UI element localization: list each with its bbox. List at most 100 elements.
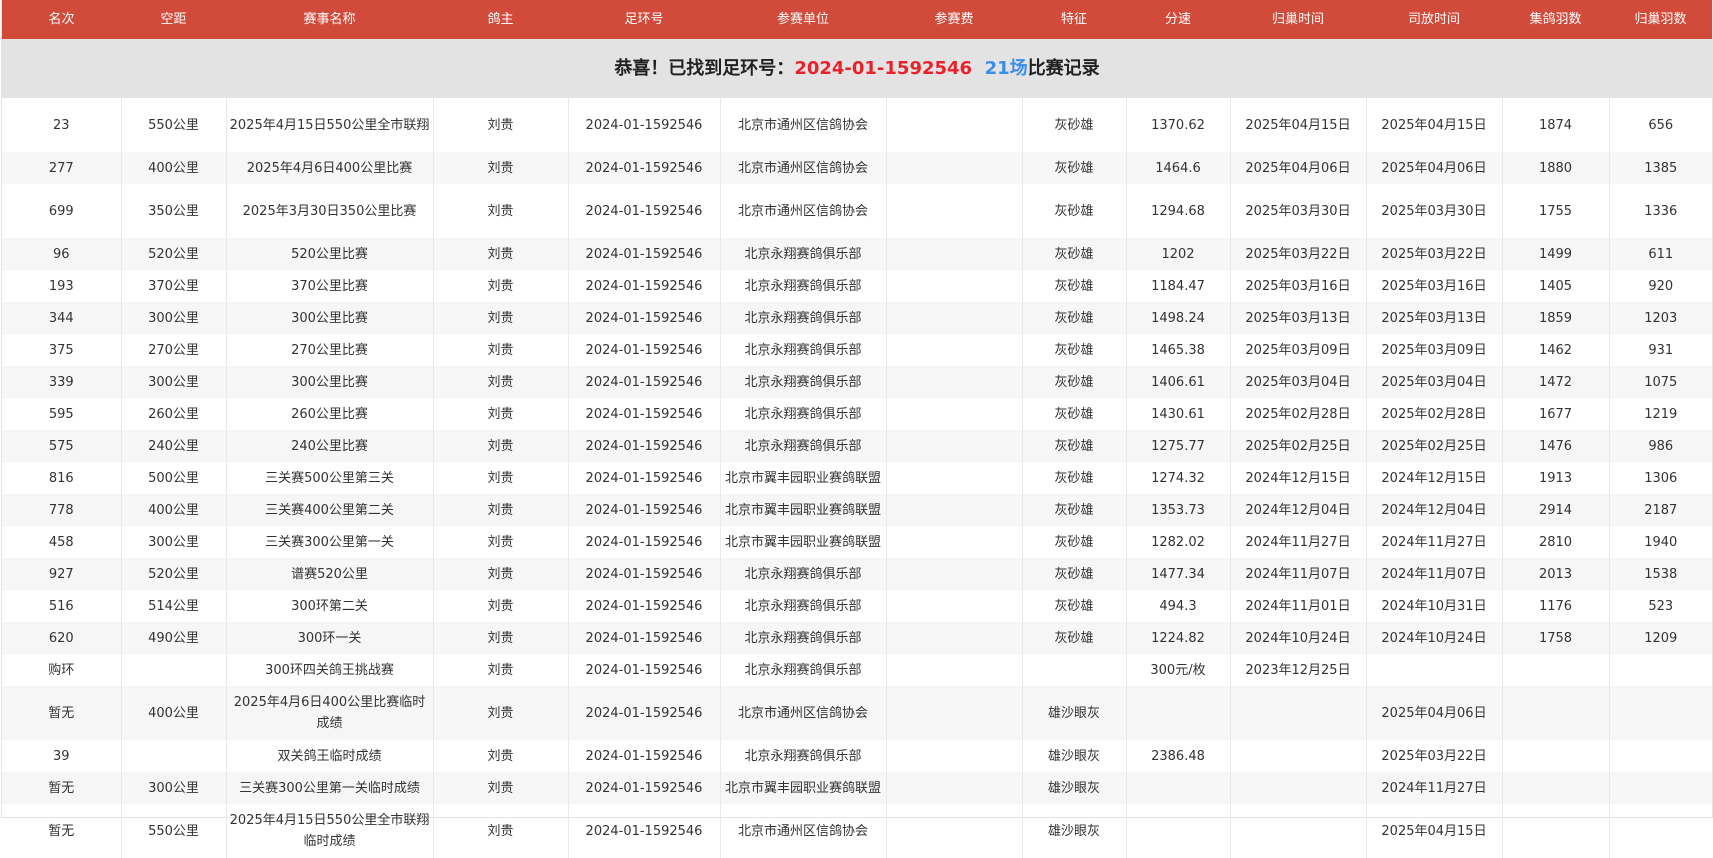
cell-speed: 1498.24 <box>1126 302 1231 334</box>
notice-suffix: 比赛记录 <box>1027 58 1100 79</box>
cell-entry-fee <box>886 526 1023 558</box>
cell-rank: 23 <box>2 98 122 152</box>
cell-returned-count <box>1609 804 1712 858</box>
cell-returned-count: 1538 <box>1609 558 1712 590</box>
cell-release-time: 2025年03月16日 <box>1366 270 1503 302</box>
cell-distance: 270公里 <box>121 334 227 366</box>
cell-entry-fee <box>886 740 1023 772</box>
cell-club: 北京市通州区信鸽协会 <box>720 804 887 858</box>
cell-race-name: 三关赛300公里第一关 <box>226 526 434 558</box>
cell-returned-count: 1203 <box>1609 302 1712 334</box>
cell-speed: 1202 <box>1126 238 1231 270</box>
cell-ring-number: 2024-01-1592546 <box>568 238 721 270</box>
cell-release-time: 2024年11月27日 <box>1366 772 1503 804</box>
cell-feature: 灰砂雄 <box>1022 558 1127 590</box>
table-row: 344 300公里 300公里比赛 刘贵 2024-01-1592546 北京永翔赛鸽俱乐… <box>2 302 1712 334</box>
cell-ring-number: 2024-01-1592546 <box>568 398 721 430</box>
cell-feature: 灰砂雄 <box>1022 526 1127 558</box>
cell-arrival-time <box>1230 772 1367 804</box>
col-header-speed: 分速 <box>1126 0 1230 39</box>
cell-speed <box>1126 686 1231 740</box>
results-container: 名次 空距 赛事名称 鸽主 足环号 参赛单位 参赛费 特征 分速 归巢时间 司放… <box>1 0 1713 858</box>
cell-rank: 375 <box>2 334 122 366</box>
cell-race-name: 三关赛500公里第三关 <box>226 462 434 494</box>
cell-distance: 370公里 <box>121 270 227 302</box>
cell-club: 北京永翔赛鸽俱乐部 <box>720 398 887 430</box>
cell-rank: 816 <box>2 462 122 494</box>
cell-arrival-time <box>1230 740 1367 772</box>
cell-distance: 550公里 <box>121 98 227 152</box>
table-row: 699 350公里 2025年3月30日350公里比赛 刘贵 2024-01-15925… <box>2 184 1712 238</box>
cell-owner: 刘贵 <box>433 366 569 398</box>
race-results-table: 名次 空距 赛事名称 鸽主 足环号 参赛单位 参赛费 特征 分速 归巢时间 司放… <box>2 0 1712 858</box>
cell-distance <box>121 740 227 772</box>
cell-feature: 灰砂雄 <box>1022 152 1127 184</box>
col-header-rank: 名次 <box>2 0 121 39</box>
col-header-race-name: 赛事名称 <box>226 0 433 39</box>
cell-speed: 1430.61 <box>1126 398 1231 430</box>
col-header-feature: 特征 <box>1022 0 1126 39</box>
cell-club: 北京永翔赛鸽俱乐部 <box>720 366 887 398</box>
cell-arrival-time <box>1230 804 1367 858</box>
cell-rank: 购环 <box>2 654 122 686</box>
cell-arrival-time: 2024年11月01日 <box>1230 590 1367 622</box>
cell-club: 北京永翔赛鸽俱乐部 <box>720 430 887 462</box>
cell-returned-count: 1940 <box>1644 534 1678 550</box>
cell-race-name: 2025年3月30日350公里比赛 <box>226 184 434 238</box>
cell-race-name: 260公里比赛 <box>226 398 434 430</box>
cell-speed: 1274.32 <box>1126 462 1231 494</box>
cell-arrival-time: 2025年02月25日 <box>1230 430 1367 462</box>
cell-ring-number: 2024-01-1592546 <box>568 772 721 804</box>
cell-arrival-time: 2025年03月30日 <box>1230 184 1367 238</box>
cell-feature: 雄沙眼灰 <box>1022 772 1127 804</box>
cell-entry-fee <box>886 590 1023 622</box>
cell-arrival-time: 2025年04月06日 <box>1230 152 1367 184</box>
cell-ring-number: 2024-01-1592546 <box>568 152 721 184</box>
cell-arrival-time: 2024年11月07日 <box>1230 558 1367 590</box>
cell-rank: 339 <box>2 366 122 398</box>
cell-basketed-count: 1677 <box>1502 398 1610 430</box>
cell-release-time: 2025年03月04日 <box>1366 366 1503 398</box>
cell-owner: 刘贵 <box>433 772 569 804</box>
cell-race-name: 240公里比赛 <box>226 430 434 462</box>
cell-feature: 灰砂雄 <box>1022 494 1127 526</box>
cell-release-time: 2025年03月22日 <box>1366 238 1503 270</box>
table-row: 购环 300环四关鸽王挑战赛 刘贵 2024-01-1592546 北京永翔赛鸽俱乐部 3… <box>2 654 1712 686</box>
cell-basketed-count: 1758 <box>1502 622 1610 654</box>
cell-rank: 778 <box>2 494 122 526</box>
cell-owner: 刘贵 <box>433 558 569 590</box>
cell-speed <box>1126 804 1231 858</box>
cell-basketed-count <box>1502 654 1610 686</box>
cell-race-name: 谱赛520公里 <box>226 558 434 590</box>
cell-owner: 刘贵 <box>433 462 569 494</box>
cell-owner: 刘贵 <box>433 98 569 152</box>
cell-arrival-time: 2024年11月27日 <box>1230 526 1367 558</box>
col-header-club: 参赛单位 <box>720 0 886 39</box>
cell-basketed-count: 1405 <box>1502 270 1610 302</box>
cell-release-time: 2024年10月31日 <box>1366 590 1503 622</box>
cell-speed: 1370.62 <box>1126 98 1231 152</box>
cell-returned-count <box>1609 686 1712 740</box>
cell-basketed-count: 1499 <box>1502 238 1610 270</box>
cell-club: 北京市通州区信鸽协会 <box>720 152 887 184</box>
cell-owner: 刘贵 <box>433 740 569 772</box>
cell-feature: 灰砂雄 <box>1022 270 1127 302</box>
table-row: 96 520公里 520公里比赛 刘贵 2024-01-1592546 北京永翔赛鸽俱乐部… <box>2 238 1712 270</box>
notice-cell: 恭喜！已找到足环号：2024-01-1592546 21场比赛记录 <box>2 39 1712 98</box>
cell-speed: 494.3 <box>1126 590 1231 622</box>
cell-feature: 灰砂雄 <box>1022 302 1127 334</box>
cell-basketed-count: 2810 <box>1502 526 1610 558</box>
cell-entry-fee <box>886 398 1023 430</box>
cell-ring-number: 2024-01-1592546 <box>568 366 721 398</box>
cell-release-time: 2024年12月15日 <box>1366 462 1503 494</box>
notice-prefix: 恭喜！已找到足环号： <box>614 58 795 79</box>
cell-club: 北京市通州区信鸽协会 <box>720 686 887 740</box>
cell-ring-number: 2024-01-1592546 <box>568 654 721 686</box>
cell-club: 北京永翔赛鸽俱乐部 <box>720 654 887 686</box>
table-row: 暂无 300公里 三关赛300公里第一关临时成绩 刘贵 2024-01-1592546 北… <box>2 772 1712 804</box>
cell-entry-fee <box>886 334 1023 366</box>
cell-race-name: 2025年4月6日400公里比赛 <box>226 152 434 184</box>
cell-race-name: 300公里比赛 <box>226 302 434 334</box>
col-header-basketed-count: 集鸽羽数 <box>1502 0 1609 39</box>
col-header-entry-fee: 参赛费 <box>886 0 1022 39</box>
